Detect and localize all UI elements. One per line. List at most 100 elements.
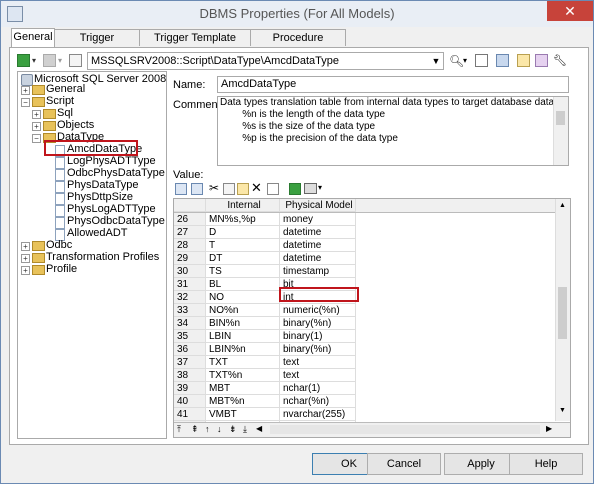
expand-transformation-profiles[interactable]: + xyxy=(21,254,30,263)
scroll-right-icon[interactable]: ▶ xyxy=(546,424,552,433)
properties-icon[interactable] xyxy=(475,54,488,67)
physical-model-cell[interactable]: binary(%n) xyxy=(280,343,356,356)
header-physical-model[interactable]: Physical Model xyxy=(280,199,356,212)
back-icon[interactable] xyxy=(17,54,30,67)
grid-scrollbar[interactable]: ▲ ▼ xyxy=(555,199,570,421)
physical-model-cell[interactable]: binary(%n) xyxy=(280,317,356,330)
folder-icon[interactable] xyxy=(517,54,530,67)
tab-general[interactable]: General xyxy=(11,28,55,47)
path-combobox[interactable]: MSSQLSRV2008::Script\DataType\AmcdDataTy… xyxy=(87,52,444,70)
attach-icon[interactable] xyxy=(535,54,548,67)
add-row-icon[interactable] xyxy=(191,183,203,195)
move-top-icon[interactable]: ⤒ xyxy=(177,424,181,435)
tree-item-physodbcdatatype[interactable]: PhysOdbcDataType xyxy=(67,215,165,227)
tree-item-transformation-profiles[interactable]: Transformation Profiles xyxy=(46,251,159,263)
close-button[interactable]: ✕ xyxy=(547,1,593,21)
forward-icon[interactable] xyxy=(43,54,56,67)
physical-model-cell[interactable]: binary(1) xyxy=(280,330,356,343)
physical-model-cell[interactable]: numeric(%n) xyxy=(280,304,356,317)
tree-item-logphysadttype[interactable]: LogPhysADTType xyxy=(67,155,156,167)
comment-scrollbar[interactable] xyxy=(553,97,568,165)
move-down-page-icon[interactable]: ⇟ xyxy=(229,424,237,435)
internal-cell[interactable]: LBIN xyxy=(206,330,280,343)
row-number-cell[interactable]: 29 xyxy=(174,252,206,265)
title-bar[interactable]: DBMS Properties (For All Models) ✕ xyxy=(1,1,593,27)
physical-model-cell[interactable]: datetime xyxy=(280,226,356,239)
customize-columns-icon[interactable] xyxy=(267,183,279,195)
print-dropdown-icon[interactable]: ▾ xyxy=(318,183,332,197)
row-number-cell[interactable]: 34 xyxy=(174,317,206,330)
tab-trigger-templates[interactable]: Trigger Templates xyxy=(54,29,140,60)
tree-item-objects[interactable]: Objects xyxy=(57,119,94,131)
row-number-cell[interactable]: 33 xyxy=(174,304,206,317)
expand-general[interactable]: + xyxy=(21,86,30,95)
tree-item-physdatatype[interactable]: PhysDataType xyxy=(67,179,139,191)
scroll-left-icon[interactable]: ◀ xyxy=(256,424,262,433)
tree-item-profile[interactable]: Profile xyxy=(46,263,77,275)
up-folder-icon[interactable] xyxy=(69,54,82,67)
physical-model-cell[interactable]: timestamp xyxy=(280,265,356,278)
display-icon[interactable] xyxy=(496,54,509,67)
cut-icon[interactable]: ✂ xyxy=(209,181,223,195)
tree-item-odbc[interactable]: Odbc xyxy=(46,239,72,251)
row-number-cell[interactable]: 40 xyxy=(174,395,206,408)
internal-cell[interactable]: TS xyxy=(206,265,280,278)
move-bottom-icon[interactable]: ⤓ xyxy=(243,424,247,435)
row-number-cell[interactable]: 31 xyxy=(174,278,206,291)
tree-item-general[interactable]: General xyxy=(46,83,85,95)
row-number-cell[interactable]: 36 xyxy=(174,343,206,356)
print-icon[interactable] xyxy=(304,183,317,194)
internal-cell[interactable]: MN%s,%p xyxy=(206,213,280,226)
internal-cell[interactable]: VMBT xyxy=(206,408,280,421)
move-up-page-icon[interactable]: ⇞ xyxy=(191,424,199,435)
tools-icon[interactable]: 🔧︎ xyxy=(553,54,567,68)
internal-cell[interactable]: NO%n xyxy=(206,304,280,317)
physical-model-cell[interactable]: nvarchar(255) xyxy=(280,408,356,421)
move-up-icon[interactable]: ↑ xyxy=(205,424,210,434)
tab-procedure-templates[interactable]: Procedure Templates xyxy=(250,29,346,60)
header-internal[interactable]: Internal xyxy=(206,199,280,212)
row-number-cell[interactable]: 32 xyxy=(174,291,206,304)
tree-item-physdttpsize[interactable]: PhysDttpSize xyxy=(67,191,133,203)
expand-sql[interactable]: + xyxy=(32,110,41,119)
tree-item-allowedadt[interactable]: AllowedADT xyxy=(67,227,128,239)
chevron-down-icon[interactable]: ▼ xyxy=(429,53,443,69)
physical-model-cell[interactable]: datetime xyxy=(280,239,356,252)
row-number-cell[interactable]: 27 xyxy=(174,226,206,239)
internal-cell[interactable]: LBIN%n xyxy=(206,343,280,356)
values-grid[interactable]: Internal Physical Model 26 MN%s,%p money 27… xyxy=(173,198,571,438)
internal-cell[interactable]: BIN%n xyxy=(206,317,280,330)
physical-model-cell[interactable]: text xyxy=(280,369,356,382)
comment-scroll-thumb[interactable] xyxy=(556,111,565,125)
internal-cell[interactable]: DT xyxy=(206,252,280,265)
help-button[interactable]: Help xyxy=(509,453,583,475)
internal-cell[interactable]: BL xyxy=(206,278,280,291)
tree-item-odbcphysdatatype[interactable]: OdbcPhysDataType xyxy=(67,167,165,179)
cancel-button[interactable]: Cancel xyxy=(367,453,441,475)
physical-model-cell[interactable]: nchar(%n) xyxy=(280,395,356,408)
internal-cell[interactable]: TXT%n xyxy=(206,369,280,382)
collapse-datatype[interactable]: − xyxy=(32,134,41,143)
row-number-cell[interactable]: 30 xyxy=(174,265,206,278)
insert-row-icon[interactable] xyxy=(175,183,187,195)
row-number-cell[interactable]: 37 xyxy=(174,356,206,369)
apply-button[interactable]: Apply xyxy=(444,453,518,475)
internal-cell[interactable]: MBT%n xyxy=(206,395,280,408)
physical-model-cell[interactable]: money xyxy=(280,213,356,226)
horizontal-scrollbar[interactable] xyxy=(270,425,540,434)
tree-item-script[interactable]: Script xyxy=(46,95,74,107)
comment-field[interactable]: Data types translation table from intern… xyxy=(217,96,569,166)
copy-icon[interactable] xyxy=(223,183,235,195)
row-number-cell[interactable]: 38 xyxy=(174,369,206,382)
internal-cell[interactable]: D xyxy=(206,226,280,239)
scroll-up-icon[interactable]: ▲ xyxy=(559,202,566,209)
internal-cell[interactable]: T xyxy=(206,239,280,252)
internal-cell[interactable]: TXT xyxy=(206,356,280,369)
row-number-cell[interactable]: 41 xyxy=(174,408,206,421)
internal-cell[interactable]: MBT xyxy=(206,382,280,395)
row-number-cell[interactable]: 26 xyxy=(174,213,206,226)
grid-scroll-thumb[interactable] xyxy=(558,287,567,339)
name-field[interactable]: AmcdDataType xyxy=(217,76,569,93)
tree-view[interactable]: Microsoft SQL Server 2008 + General − Sc… xyxy=(17,71,167,439)
scroll-down-icon[interactable]: ▼ xyxy=(559,407,566,414)
